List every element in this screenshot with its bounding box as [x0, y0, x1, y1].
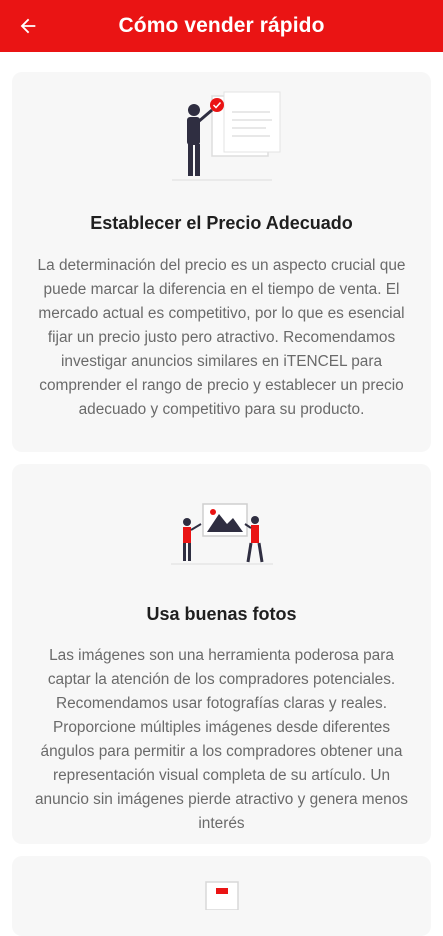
card-body: La determinación del precio es un aspect…: [37, 257, 406, 418]
price-illustration: [12, 90, 431, 190]
back-button[interactable]: [12, 10, 44, 42]
photos-illustration: [12, 500, 431, 570]
page-title: Cómo vender rápido: [118, 14, 325, 37]
arrow-left-icon: [20, 18, 36, 34]
app-bar: Cómo vender rápido: [0, 0, 443, 52]
tip-card-photos: Usa buenas fotos Las imágenes son una he…: [12, 464, 431, 844]
card-title: Establecer el Precio Adecuado: [90, 213, 353, 233]
document-illustration: [12, 880, 431, 910]
tip-card-third: [12, 856, 431, 936]
tip-card-price: Establecer el Precio Adecuado La determi…: [12, 72, 431, 452]
card-title: Usa buenas fotos: [146, 604, 297, 624]
card-body: Las imágenes son una herramienta poderos…: [34, 647, 408, 832]
